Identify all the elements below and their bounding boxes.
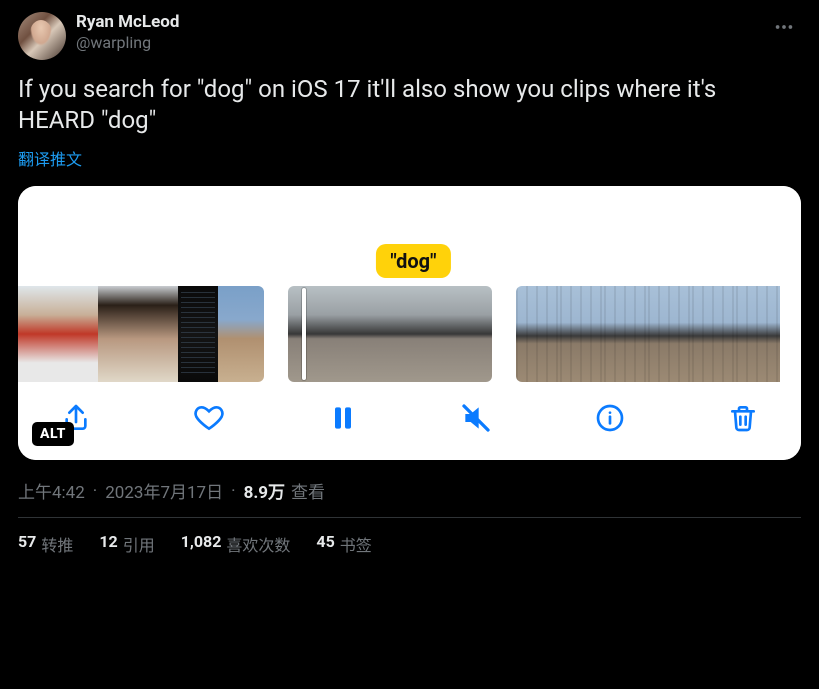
likes-label: 喜欢次数 [226,532,290,556]
translate-link[interactable]: 翻译推文 [18,146,82,170]
quotes-stat[interactable]: 12 引用 [99,532,154,556]
thumbnail-frame [432,286,492,382]
media-card[interactable]: "dog" [18,186,801,460]
tweet-text: If you search for "dog" on iOS 17 it'll … [18,74,778,136]
thumbnail-frame [516,286,560,382]
thumbnail-frame [692,286,736,382]
clip-group-right[interactable] [516,286,780,382]
info-icon [594,402,626,434]
thumbnail-frame [178,286,218,382]
retweets-stat[interactable]: 57 转推 [18,532,73,556]
thumbnail-frame [18,286,58,382]
quotes-count: 12 [99,532,117,556]
separator-dot [91,481,99,501]
pause-button[interactable] [325,400,361,436]
bookmarks-label: 书签 [340,532,372,556]
heart-icon [193,402,225,434]
tweet-stats: 57 转推 12 引用 1,082 喜欢次数 45 书签 [18,532,801,556]
info-button[interactable] [592,400,628,436]
retweets-label: 转推 [41,532,73,556]
filmstrip[interactable] [18,286,801,382]
author-names[interactable]: Ryan McLeod @warpling [76,12,179,53]
thumbnail-frame [736,286,780,382]
speaker-muted-icon [460,402,492,434]
views-label: 查看 [291,478,325,503]
tweet: Ryan McLeod @warpling If you search for … [0,0,819,568]
tweet-date: 2023年7月17日 [105,478,223,503]
thumbnail-frame [288,286,360,382]
clip-group-left[interactable] [18,286,264,382]
playhead[interactable] [302,288,306,380]
trash-icon [727,402,759,434]
thumbnail-frame [218,286,264,382]
separator-dot [229,481,237,501]
handle: @warpling [76,33,179,53]
tweet-header: Ryan McLeod @warpling [18,12,801,60]
bookmarks-stat[interactable]: 45 书签 [316,532,371,556]
thumbnail-frame [138,286,178,382]
search-tag-bubble: "dog" [376,244,450,278]
mute-button[interactable] [458,400,494,436]
alt-badge[interactable]: ALT [32,422,74,446]
more-horizontal-icon [773,16,795,38]
bookmarks-count: 45 [316,532,334,556]
media-toolbar [18,382,801,460]
likes-count: 1,082 [181,532,222,556]
thumbnail-frame [98,286,138,382]
tweet-time: 上午4:42 [18,478,85,503]
thumbnail-frame [360,286,432,382]
media-header-area: "dog" [18,186,801,286]
thumbnail-frame [604,286,648,382]
avatar[interactable] [18,12,66,60]
thumbnail-frame [648,286,692,382]
tweet-meta[interactable]: 上午4:42 2023年7月17日 8.9万 查看 [18,478,801,503]
retweets-count: 57 [18,532,36,556]
delete-button[interactable] [725,400,761,436]
like-button[interactable] [191,400,227,436]
views-count: 8.9万 [244,478,285,503]
more-options-button[interactable] [767,12,801,47]
divider [18,517,801,518]
thumbnail-frame [58,286,98,382]
clip-group-active[interactable] [288,286,492,382]
pause-icon [327,402,359,434]
quotes-label: 引用 [123,532,155,556]
likes-stat[interactable]: 1,082 喜欢次数 [181,532,291,556]
thumbnail-frame [560,286,604,382]
display-name: Ryan McLeod [76,12,179,33]
